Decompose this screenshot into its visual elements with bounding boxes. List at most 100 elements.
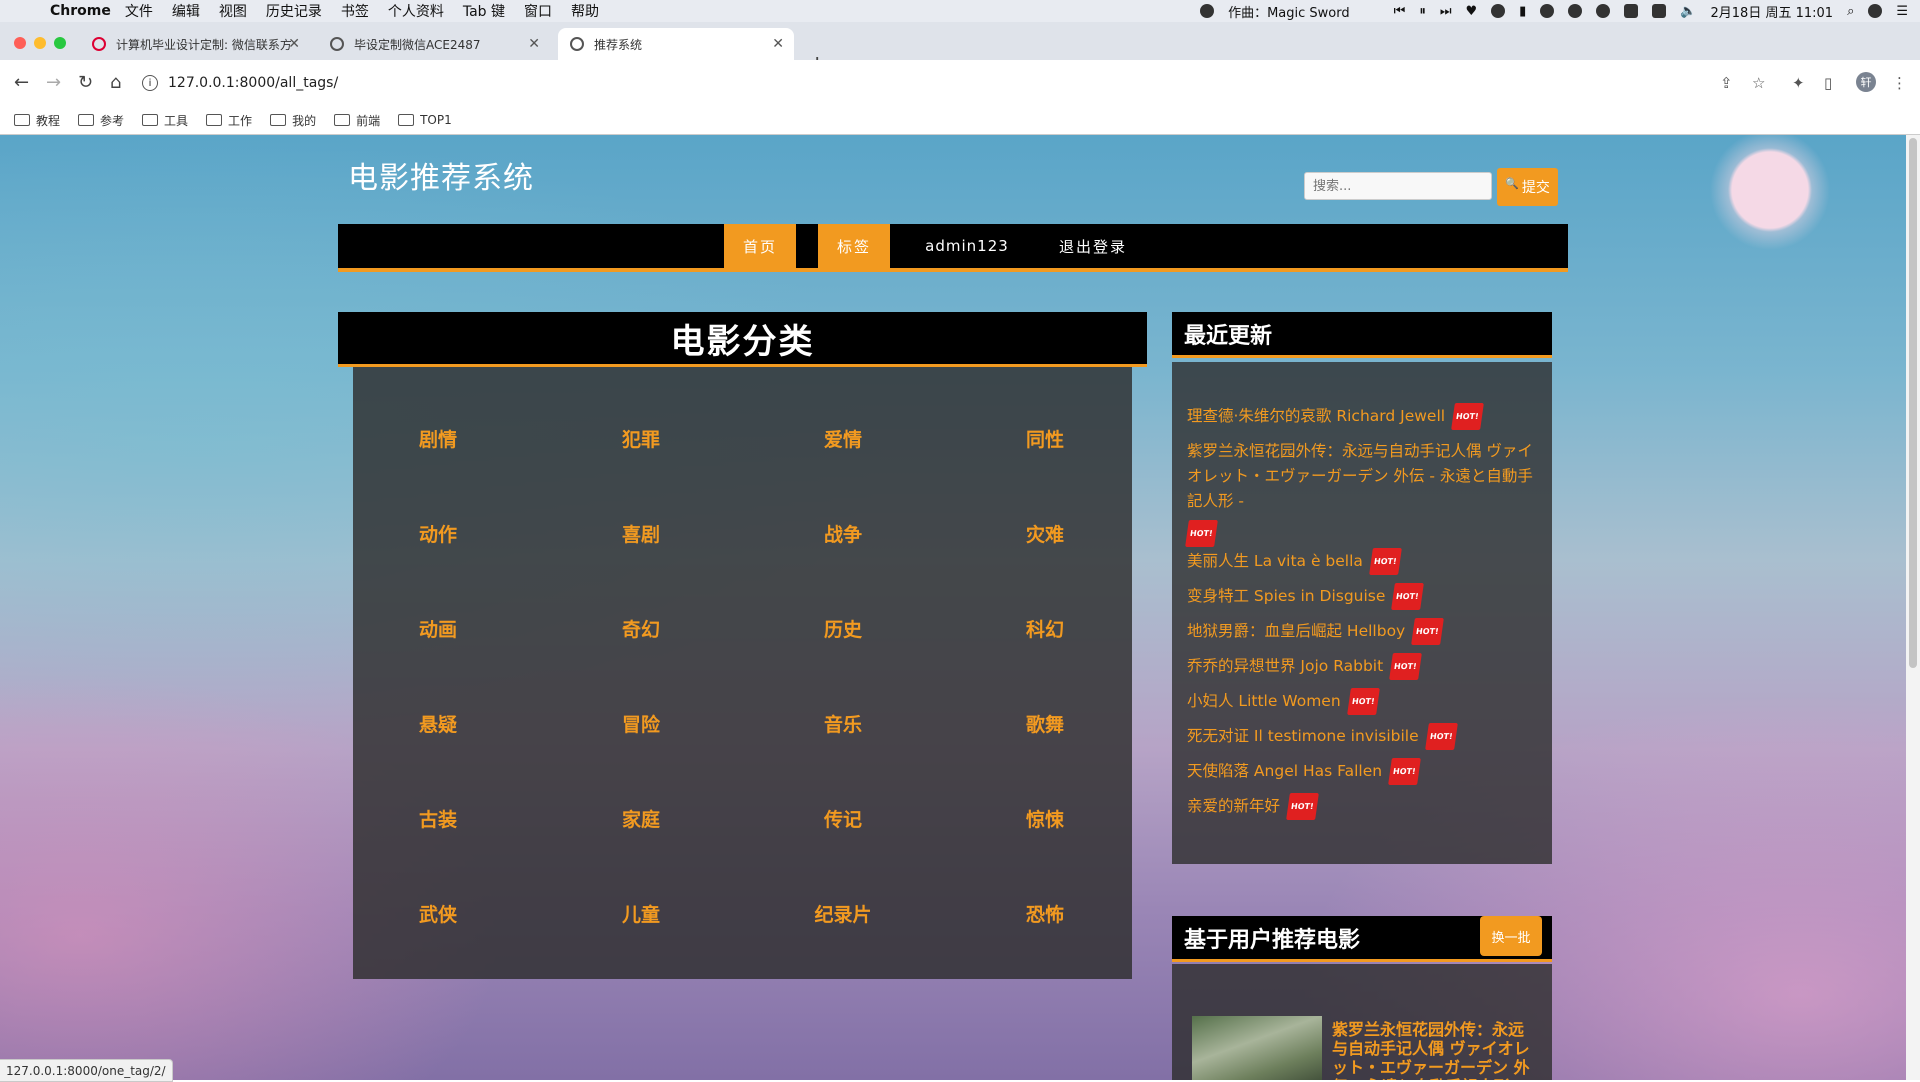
record-icon[interactable]: [1200, 4, 1215, 18]
url-text[interactable]: 127.0.0.1:8000/all_tags/: [168, 75, 338, 91]
bookmark-folder[interactable]: 教程: [14, 112, 60, 129]
recent-item[interactable]: 小妇人 Little Women HOT!: [1187, 688, 1537, 715]
profile-avatar[interactable]: 轩: [1856, 72, 1876, 92]
category-link[interactable]: 爱情: [783, 425, 903, 452]
pause-icon[interactable]: ⏸: [1419, 4, 1426, 19]
menu-help[interactable]: 帮助: [571, 1, 599, 21]
recent-item[interactable]: 天使陷落 Angel Has Fallen HOT!: [1187, 758, 1537, 785]
category-link[interactable]: 剧情: [378, 425, 498, 452]
back-icon[interactable]: ←: [14, 72, 29, 93]
bookmark-folder[interactable]: TOP1: [398, 113, 452, 127]
bookmark-folder[interactable]: 工作: [206, 112, 252, 129]
tab-3-active[interactable]: 推荐系统 ✕: [558, 28, 794, 60]
input-method-icon[interactable]: [1624, 4, 1639, 18]
app-tray-icon[interactable]: [1491, 4, 1506, 18]
tab-1[interactable]: 计算机毕业设计定制: 微信联系方 ✕: [80, 28, 310, 60]
menu-profiles[interactable]: 个人资料: [388, 1, 444, 21]
recent-item-title[interactable]: 美丽人生 La vita è bella: [1187, 552, 1363, 570]
recent-item-title[interactable]: 亲爱的新年好: [1187, 797, 1280, 815]
more-menu-icon[interactable]: ⋮: [1892, 74, 1907, 92]
next-track-icon[interactable]: ⏭: [1440, 4, 1452, 19]
clock[interactable]: 2月18日 周五 11:01: [1711, 2, 1834, 21]
category-link[interactable]: 犯罪: [581, 425, 701, 452]
category-link[interactable]: 奇幻: [581, 615, 701, 642]
recent-item[interactable]: 紫罗兰永恒花园外传：永远与自动手记人偶 ヴァイオレット・エヴァーガーデン 外伝 …: [1185, 439, 1537, 547]
scrollbar-thumb[interactable]: [1909, 138, 1917, 668]
menu-view[interactable]: 视图: [219, 1, 247, 21]
volume-icon[interactable]: 🔈: [1680, 4, 1696, 19]
movie-poster[interactable]: [1192, 1016, 1322, 1080]
reload-icon[interactable]: ↻: [78, 72, 93, 93]
bookmark-folder[interactable]: 工具: [142, 112, 188, 129]
close-tab-icon[interactable]: ✕: [288, 36, 300, 52]
nav-user[interactable]: admin123: [906, 224, 1028, 268]
address-bar[interactable]: i 127.0.0.1:8000/all_tags/: [142, 68, 1762, 98]
recent-item[interactable]: 变身特工 Spies in Disguise HOT!: [1187, 583, 1537, 610]
signal-icon[interactable]: ▮: [1519, 4, 1526, 19]
recent-item-title[interactable]: 乔乔的异想世界 Jojo Rabbit: [1187, 657, 1383, 675]
category-link[interactable]: 战争: [783, 520, 903, 547]
nav-tags[interactable]: 标签: [818, 224, 890, 268]
zoom-window-icon[interactable]: [54, 37, 66, 49]
recent-item-title[interactable]: 理查德·朱维尔的哀歌 Richard Jewell: [1187, 407, 1445, 425]
category-link[interactable]: 武侠: [378, 900, 498, 927]
category-link[interactable]: 歌舞: [985, 710, 1105, 737]
close-window-icon[interactable]: [14, 37, 26, 49]
category-link[interactable]: 冒险: [581, 710, 701, 737]
bookmark-folder[interactable]: 我的: [270, 112, 316, 129]
category-link[interactable]: 惊悚: [985, 805, 1105, 832]
vpn-icon[interactable]: [1540, 4, 1555, 18]
home-icon[interactable]: ⌂: [110, 72, 121, 93]
menu-bookmarks[interactable]: 书签: [341, 1, 369, 21]
recent-item[interactable]: 理查德·朱维尔的哀歌 Richard Jewell HOT!: [1187, 403, 1537, 430]
category-link[interactable]: 纪录片: [783, 900, 903, 927]
category-link[interactable]: 恐怖: [985, 900, 1105, 927]
nav-logout[interactable]: 退出登录: [1038, 224, 1148, 268]
category-link[interactable]: 科幻: [985, 615, 1105, 642]
category-link[interactable]: 喜剧: [581, 520, 701, 547]
recent-item[interactable]: 乔乔的异想世界 Jojo Rabbit HOT!: [1187, 653, 1537, 680]
category-link[interactable]: 儿童: [581, 900, 701, 927]
recent-item[interactable]: 亲爱的新年好 HOT!: [1187, 793, 1537, 820]
category-link[interactable]: 悬疑: [378, 710, 498, 737]
control-center-icon[interactable]: ☰: [1896, 4, 1908, 19]
menu-edit[interactable]: 编辑: [172, 1, 200, 21]
menu-tab[interactable]: Tab 键: [463, 1, 505, 21]
side-panel-icon[interactable]: ▯: [1824, 74, 1832, 92]
extensions-icon[interactable]: ✦: [1792, 74, 1805, 92]
category-link[interactable]: 音乐: [783, 710, 903, 737]
recent-item-title[interactable]: 小妇人 Little Women: [1187, 692, 1341, 710]
spotlight-icon[interactable]: ⌕: [1847, 4, 1854, 19]
now-playing-text[interactable]: 作曲：Magic Sword: [1228, 2, 1350, 21]
recent-item-title[interactable]: 地狱男爵：血皇后崛起 Hellboy: [1187, 622, 1405, 640]
recent-item[interactable]: 死无对证 Il testimone invisibile HOT!: [1187, 723, 1537, 750]
site-info-icon[interactable]: i: [142, 75, 158, 91]
recent-item-title[interactable]: 天使陷落 Angel Has Fallen: [1187, 762, 1382, 780]
recent-item[interactable]: 地狱男爵：血皇后崛起 Hellboy HOT!: [1187, 618, 1537, 645]
recent-item-title[interactable]: 死无对证 Il testimone invisibile: [1187, 727, 1419, 745]
recent-item-title[interactable]: 变身特工 Spies in Disguise: [1187, 587, 1385, 605]
category-link[interactable]: 同性: [985, 425, 1105, 452]
menu-history[interactable]: 历史记录: [266, 1, 322, 21]
recent-item-title[interactable]: 紫罗兰永恒花园外传：永远与自动手记人偶 ヴァイオレット・エヴァーガーデン 外伝 …: [1187, 442, 1533, 510]
siri-icon[interactable]: [1868, 4, 1883, 18]
search-input[interactable]: [1304, 172, 1492, 200]
heart-icon[interactable]: ♥: [1466, 4, 1478, 19]
category-link[interactable]: 古装: [378, 805, 498, 832]
tab-2[interactable]: 毕设定制微信ACE2487 ✕: [318, 28, 550, 60]
category-link[interactable]: 动作: [378, 520, 498, 547]
wechat-icon[interactable]: [1596, 4, 1611, 18]
menu-window[interactable]: 窗口: [524, 1, 552, 21]
previous-track-icon[interactable]: ⏮: [1394, 4, 1406, 19]
category-link[interactable]: 灾难: [985, 520, 1105, 547]
close-tab-icon[interactable]: ✕: [772, 36, 784, 52]
minimize-window-icon[interactable]: [34, 37, 46, 49]
site-title[interactable]: 电影推荐系统: [348, 153, 534, 197]
page-scrollbar[interactable]: [1906, 135, 1920, 1080]
category-link[interactable]: 历史: [783, 615, 903, 642]
share-icon[interactable]: ⇪: [1720, 74, 1733, 92]
grid-icon[interactable]: [1652, 4, 1667, 18]
bookmark-star-icon[interactable]: ☆: [1752, 74, 1765, 92]
recent-item[interactable]: 美丽人生 La vita è bella HOT!: [1187, 548, 1537, 575]
category-link[interactable]: 动画: [378, 615, 498, 642]
